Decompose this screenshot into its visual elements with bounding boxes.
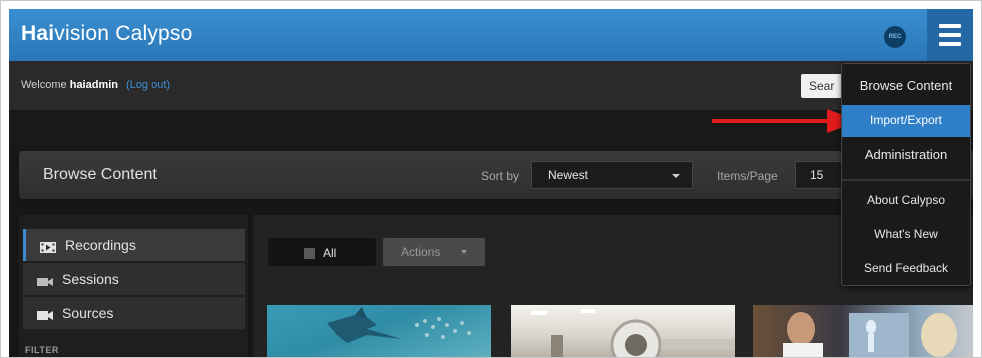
menu-item-administration[interactable]: Administration — [842, 139, 970, 171]
select-all-button[interactable]: All — [268, 238, 376, 266]
app-window: Haivision Calypso REC Welcome haiadmin (L… — [9, 9, 973, 358]
sort-by-label: Sort by — [481, 169, 520, 183]
welcome-message: Welcome haiadmin (Log out) — [21, 79, 170, 91]
username: haiadmin — [69, 79, 119, 91]
actions-label: Actions — [401, 245, 441, 259]
menu-item-about[interactable]: About Calypso — [842, 185, 970, 217]
hamburger-menu-button[interactable] — [927, 9, 973, 61]
recording-thumbnail[interactable] — [753, 305, 973, 358]
welcome-bar: Welcome haiadmin (Log out) Sear — [9, 61, 973, 110]
sidebar: Recordings Sessions Sources FILTER — [19, 215, 248, 358]
welcome-prefix: Welcome — [21, 79, 67, 91]
brand-logo-bold: Hai — [21, 22, 55, 45]
hamburger-icon-bar — [939, 33, 961, 37]
items-per-page-value: 15 — [810, 168, 824, 182]
top-bar: Haivision Calypso REC — [9, 9, 973, 61]
sidebar-item-sessions[interactable]: Sessions — [23, 263, 245, 295]
main-menu-dropdown: Browse Content Import/Export Administrat… — [841, 63, 971, 286]
chevron-down-icon — [672, 174, 680, 178]
brand-logo[interactable]: Haivision Calypso — [21, 22, 192, 46]
sidebar-item-recordings[interactable]: Recordings — [23, 229, 245, 261]
sort-by-value: Newest — [548, 168, 589, 182]
sailfish-image — [327, 307, 471, 343]
menu-item-whats-new[interactable]: What's New — [842, 219, 970, 251]
video-camera-icon — [37, 308, 53, 324]
camera-icon — [37, 274, 53, 290]
chevron-down-icon — [461, 250, 467, 254]
red-arrow-annotation — [712, 119, 830, 123]
browse-content-header: Browse Content Sort by Newest Items/Page… — [19, 151, 973, 199]
items-per-page-label: Items/Page — [717, 169, 778, 183]
menu-divider — [842, 179, 970, 181]
page-title: Browse Content — [43, 166, 157, 183]
sidebar-item-label: Recordings — [65, 237, 136, 253]
filter-heading: FILTER — [25, 345, 59, 355]
menu-item-send-feedback[interactable]: Send Feedback — [842, 253, 970, 285]
logout-link[interactable]: (Log out) — [126, 79, 170, 91]
recording-thumbnail[interactable] — [267, 305, 491, 358]
rec-indicator-icon: REC — [884, 26, 906, 48]
hamburger-icon-bar — [939, 42, 961, 46]
checkbox-icon — [304, 248, 315, 259]
sort-by-select[interactable]: Newest — [531, 161, 693, 189]
actions-button[interactable]: Actions — [383, 238, 485, 266]
sidebar-item-label: Sessions — [62, 271, 119, 287]
menu-item-import-export[interactable]: Import/Export — [842, 105, 970, 137]
recording-thumbnail[interactable] — [511, 305, 735, 358]
sidebar-item-sources[interactable]: Sources — [23, 297, 245, 329]
menu-item-browse-content[interactable]: Browse Content — [842, 70, 970, 102]
select-all-label: All — [323, 246, 337, 260]
hamburger-icon-bar — [939, 24, 961, 28]
sidebar-item-label: Sources — [62, 305, 114, 321]
doctors-xray-image — [783, 312, 957, 358]
medical-scanner-image — [531, 309, 735, 358]
film-icon — [40, 240, 56, 256]
brand-logo-text: vision Calypso — [54, 22, 193, 45]
